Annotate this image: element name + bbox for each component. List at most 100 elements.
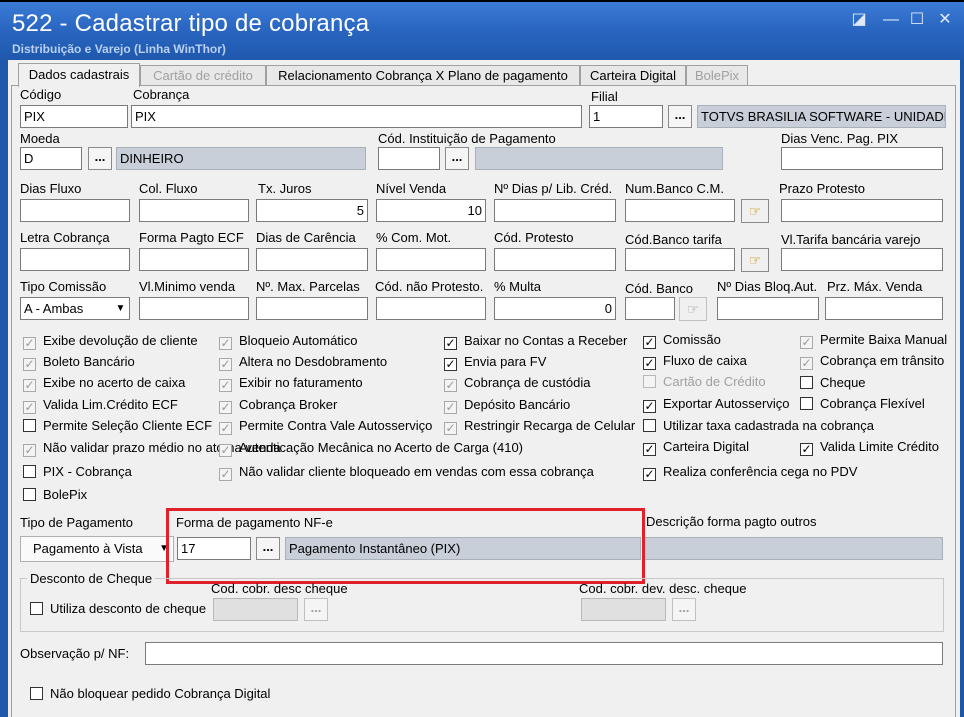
checkmark-icon[interactable]: ✓ xyxy=(23,401,36,414)
checkbox-col2-4[interactable]: ✓ Permite Contra Vale Autosserviço xyxy=(219,418,432,436)
checkbox-col2-5[interactable]: ✓ Autenticação Mecânica no Acerto de Carg… xyxy=(219,440,523,458)
checkbox-box[interactable] xyxy=(800,376,813,389)
checkmark-icon[interactable]: ✓ xyxy=(219,337,232,350)
checkbox-col5-1[interactable]: ✓ Cobrança em trânsito xyxy=(800,353,944,371)
dias-fluxo-input[interactable] xyxy=(20,199,130,222)
letra-cobranca-input[interactable] xyxy=(20,248,130,271)
checkmark-icon[interactable]: ✓ xyxy=(643,400,656,413)
maximize-button[interactable]: ☐ xyxy=(904,10,930,30)
tab-cartao-de-credito[interactable]: Cartão de crédito xyxy=(140,65,266,86)
checkbox-box[interactable] xyxy=(800,397,813,410)
checkmark-icon[interactable]: ✓ xyxy=(23,379,36,392)
checkbox-col4-0[interactable]: ✓ Comissão xyxy=(643,332,721,350)
checkbox-col5-3[interactable]: Cobrança Flexível xyxy=(800,396,925,414)
checkbox-col1-7[interactable]: BolePix xyxy=(23,487,87,505)
restore-icon[interactable]: ◪ xyxy=(846,10,872,30)
col-fluxo-input[interactable] xyxy=(139,199,249,222)
cobranca-input[interactable]: PIX xyxy=(131,105,582,128)
checkmark-icon[interactable]: ✓ xyxy=(219,468,232,481)
pct-multa-input[interactable]: 0 xyxy=(494,297,616,320)
checkmark-icon[interactable]: ✓ xyxy=(643,336,656,349)
checkbox-col1-0[interactable]: ✓ Exibe devolução de cliente xyxy=(23,333,198,351)
checkbox-box[interactable] xyxy=(643,419,656,432)
moeda-lookup-button[interactable]: ... xyxy=(88,147,112,170)
checkbox-col4-3[interactable]: ✓ Exportar Autosserviço xyxy=(643,396,789,414)
num-banco-cm-input[interactable] xyxy=(625,199,735,222)
tx-juros-input[interactable]: 5 xyxy=(256,199,368,222)
filial-lookup-button[interactable]: ... xyxy=(668,105,692,128)
checkbox-col3-2[interactable]: ✓ Cobrança de custódia xyxy=(444,375,590,393)
checkmark-icon[interactable]: ✓ xyxy=(444,379,457,392)
n-dias-bloq-aut-input[interactable] xyxy=(717,297,819,320)
minimize-button[interactable]: — xyxy=(878,10,904,30)
cod-banco-tarifa-hand-icon[interactable]: ☞ xyxy=(741,248,769,272)
prz-max-venda-input[interactable] xyxy=(825,297,943,320)
checkmark-icon[interactable]: ✓ xyxy=(444,422,457,435)
cod-instituicao-input[interactable] xyxy=(378,147,440,170)
checkbox-col4-2[interactable]: Cartão de Crédito xyxy=(643,374,766,392)
cod-protesto-input[interactable] xyxy=(494,248,616,271)
cod-instituicao-lookup-button[interactable]: ... xyxy=(445,147,469,170)
checkbox-box[interactable] xyxy=(30,602,43,615)
checkbox-col4-4[interactable]: Utilizar taxa cadastrada na cobrança xyxy=(643,418,874,436)
tab-relacionamento[interactable]: Relacionamento Cobrança X Plano de pagam… xyxy=(266,65,580,86)
tipo-pagamento-select[interactable]: Pagamento à Vista ▼ xyxy=(20,536,174,562)
checkmark-icon[interactable]: ✓ xyxy=(219,422,232,435)
checkbox-col2-6[interactable]: ✓ Não validar cliente bloqueado em vendas… xyxy=(219,464,594,482)
checkbox-box[interactable] xyxy=(23,419,36,432)
checkbox-col1-2[interactable]: ✓ Exibe no acerto de caixa xyxy=(23,375,185,393)
checkmark-icon[interactable]: ✓ xyxy=(643,443,656,456)
tab-bolepix[interactable]: BolePix xyxy=(686,65,748,86)
cod-cobr-dev-desc-cheque-input[interactable] xyxy=(581,598,666,621)
checkbox-col2-2[interactable]: ✓ Exibir no faturamento xyxy=(219,375,363,393)
checkbox-col5-4[interactable]: ✓ Valida Limite Crédito xyxy=(800,439,939,457)
tipo-comissao-select[interactable]: A - Ambas ▼ xyxy=(20,297,130,320)
checkmark-icon[interactable]: ✓ xyxy=(444,401,457,414)
checkbox-col3-4[interactable]: ✓ Restringir Recarga de Celular xyxy=(444,418,635,436)
checkmark-icon[interactable]: ✓ xyxy=(219,358,232,371)
checkbox-box[interactable] xyxy=(643,375,656,388)
checkmark-icon[interactable]: ✓ xyxy=(800,357,813,370)
checkmark-icon[interactable]: ✓ xyxy=(23,337,36,350)
checkmark-icon[interactable]: ✓ xyxy=(800,336,813,349)
cod-cobr-desc-cheque-input[interactable] xyxy=(213,598,298,621)
checkbox-box[interactable] xyxy=(23,465,36,478)
n-dias-lib-cred-input[interactable] xyxy=(494,199,616,222)
observacao-input[interactable] xyxy=(145,642,943,665)
chevron-down-icon[interactable]: ▼ xyxy=(112,298,129,319)
tab-carteira-digital[interactable]: Carteira Digital xyxy=(580,65,686,86)
checkbox-col2-3[interactable]: ✓ Cobrança Broker xyxy=(219,397,337,415)
checkbox-col3-1[interactable]: ✓ Envia para FV xyxy=(444,354,546,372)
checkbox-col4-1[interactable]: ✓ Fluxo de caixa xyxy=(643,353,747,371)
codigo-input[interactable]: PIX xyxy=(20,105,128,128)
filial-input[interactable]: 1 xyxy=(589,105,663,128)
cod-nao-protesto-input[interactable] xyxy=(376,297,486,320)
checkmark-icon[interactable]: ✓ xyxy=(444,337,457,350)
checkbox-col2-1[interactable]: ✓ Altera no Desdobramento xyxy=(219,354,387,372)
cod-banco-hand-icon[interactable]: ☞ xyxy=(679,297,707,321)
vl-tarifa-bancaria-input[interactable] xyxy=(781,248,943,271)
pct-com-mot-input[interactable] xyxy=(376,248,486,271)
vl-minimo-venda-input[interactable] xyxy=(139,297,249,320)
checkbox-col5-0[interactable]: ✓ Permite Baixa Manual xyxy=(800,332,947,350)
checkmark-icon[interactable]: ✓ xyxy=(219,401,232,414)
tab-dados-cadastrais[interactable]: Dados cadastrais xyxy=(18,63,140,87)
checkbox-col4-5[interactable]: ✓ Carteira Digital xyxy=(643,439,749,457)
checkmark-icon[interactable]: ✓ xyxy=(643,468,656,481)
forma-pagto-ecf-input[interactable] xyxy=(139,248,249,271)
nivel-venda-input[interactable]: 10 xyxy=(376,199,486,222)
checkbox-col1-4[interactable]: Permite Seleção Cliente ECF xyxy=(23,418,212,436)
prazo-protesto-input[interactable] xyxy=(781,199,943,222)
moeda-input[interactable]: D xyxy=(20,147,82,170)
cod-cobr-dev-desc-cheque-lookup-button[interactable]: ... xyxy=(672,598,696,621)
checkmark-icon[interactable]: ✓ xyxy=(800,443,813,456)
checkmark-icon[interactable]: ✓ xyxy=(23,358,36,371)
checkmark-icon[interactable]: ✓ xyxy=(219,444,232,457)
num-banco-cm-hand-icon[interactable]: ☞ xyxy=(741,199,769,223)
checkbox-col3-0[interactable]: ✓ Baixar no Contas a Receber xyxy=(444,333,627,351)
checkbox-col3-3[interactable]: ✓ Depósito Bancário xyxy=(444,397,570,415)
n-max-parcelas-input[interactable] xyxy=(256,297,368,320)
checkbox-box[interactable] xyxy=(23,488,36,501)
dias-carencia-input[interactable] xyxy=(256,248,368,271)
utiliza-desconto-cheque-checkbox[interactable]: Utiliza desconto de cheque xyxy=(30,601,206,619)
